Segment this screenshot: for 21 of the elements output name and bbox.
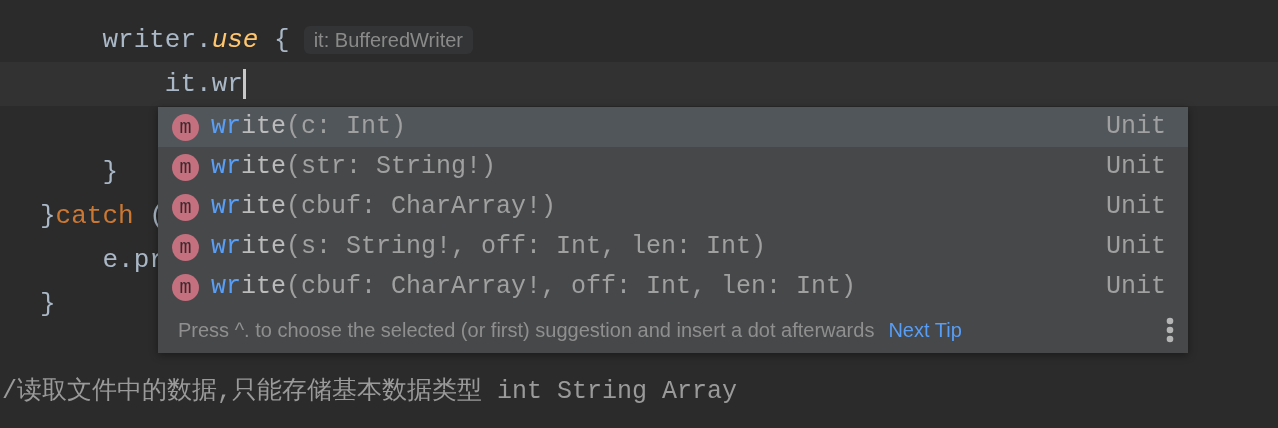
tip-text: Press ^. to choose the selected (or first) suggestion and insert a dot afterwards [178, 318, 875, 343]
function-call-text: use [211, 24, 259, 57]
code-text: writer. [102, 24, 212, 57]
suggestion-item[interactable]: m write(c: Int) Unit [158, 107, 1188, 147]
code-text: } [40, 200, 56, 233]
more-options-icon[interactable] [1166, 317, 1174, 343]
method-icon: m [172, 153, 199, 181]
method-icon: m [172, 113, 199, 141]
suggestion-item[interactable]: m write(cbuf: CharArray!) Unit [158, 187, 1188, 227]
code-comment: /读取文件中的数据,只能存储基本数据类型 int String Array [2, 376, 738, 408]
keyword-text: catch [55, 200, 134, 233]
method-icon: m [172, 233, 199, 261]
code-text: } [40, 288, 56, 321]
code-text: } [102, 156, 119, 189]
suggestion-item[interactable]: m write(str: String!) Unit [158, 147, 1188, 187]
code-text: it.wr [164, 68, 243, 101]
method-icon: m [172, 193, 199, 221]
method-icon: m [172, 273, 199, 301]
code-text: { [274, 24, 290, 57]
next-tip-link[interactable]: Next Tip [888, 315, 962, 345]
type-hint: it: BufferedWriter [303, 26, 473, 54]
